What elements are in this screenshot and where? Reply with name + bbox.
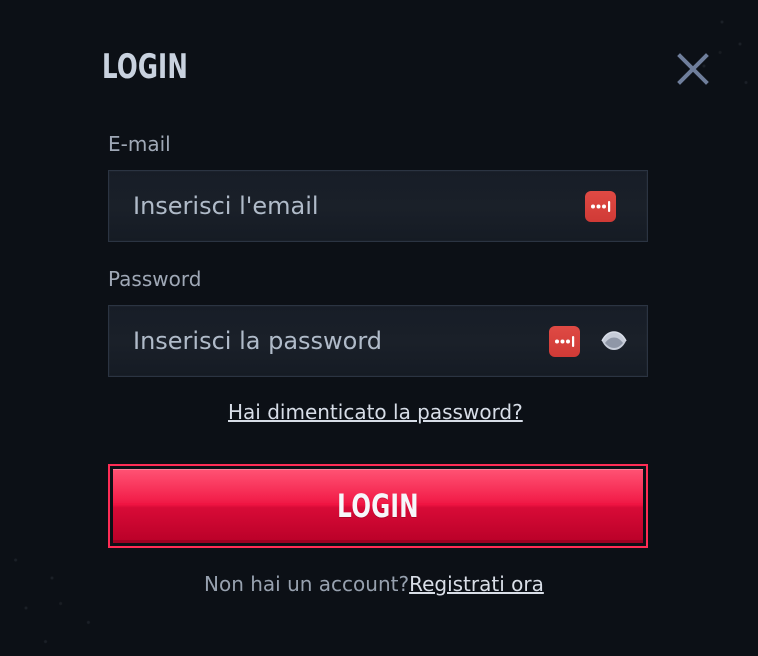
- show-password-button[interactable]: [600, 330, 628, 352]
- login-button-surface: LOGIN: [113, 469, 643, 543]
- login-button[interactable]: LOGIN: [108, 464, 648, 548]
- password-manager-icon[interactable]: [585, 191, 616, 222]
- forgot-password-link[interactable]: Hai dimenticato la password?: [228, 402, 523, 422]
- page-title: LOGIN: [102, 47, 188, 87]
- register-prompt-text: Non hai un account?: [204, 572, 410, 596]
- password-manager-glyph-icon: [591, 201, 611, 212]
- password-input-box: [108, 305, 648, 377]
- email-input-box: [108, 170, 648, 242]
- email-label: E-mail: [108, 132, 171, 156]
- password-manager-glyph-icon: [555, 336, 575, 347]
- login-modal: LOGIN E-mail Password: [0, 0, 758, 656]
- register-prompt: Non hai un account?Registrati ora: [204, 574, 544, 594]
- register-link[interactable]: Registrati ora: [409, 572, 544, 596]
- login-button-label: LOGIN: [337, 487, 419, 525]
- password-manager-icon[interactable]: [549, 326, 580, 357]
- close-button[interactable]: [676, 52, 710, 86]
- password-field[interactable]: [133, 306, 553, 376]
- eye-icon: [601, 331, 627, 350]
- email-field[interactable]: [133, 171, 553, 241]
- close-icon: [677, 53, 709, 85]
- background-grain-left: [0, 536, 130, 656]
- password-label: Password: [108, 267, 202, 291]
